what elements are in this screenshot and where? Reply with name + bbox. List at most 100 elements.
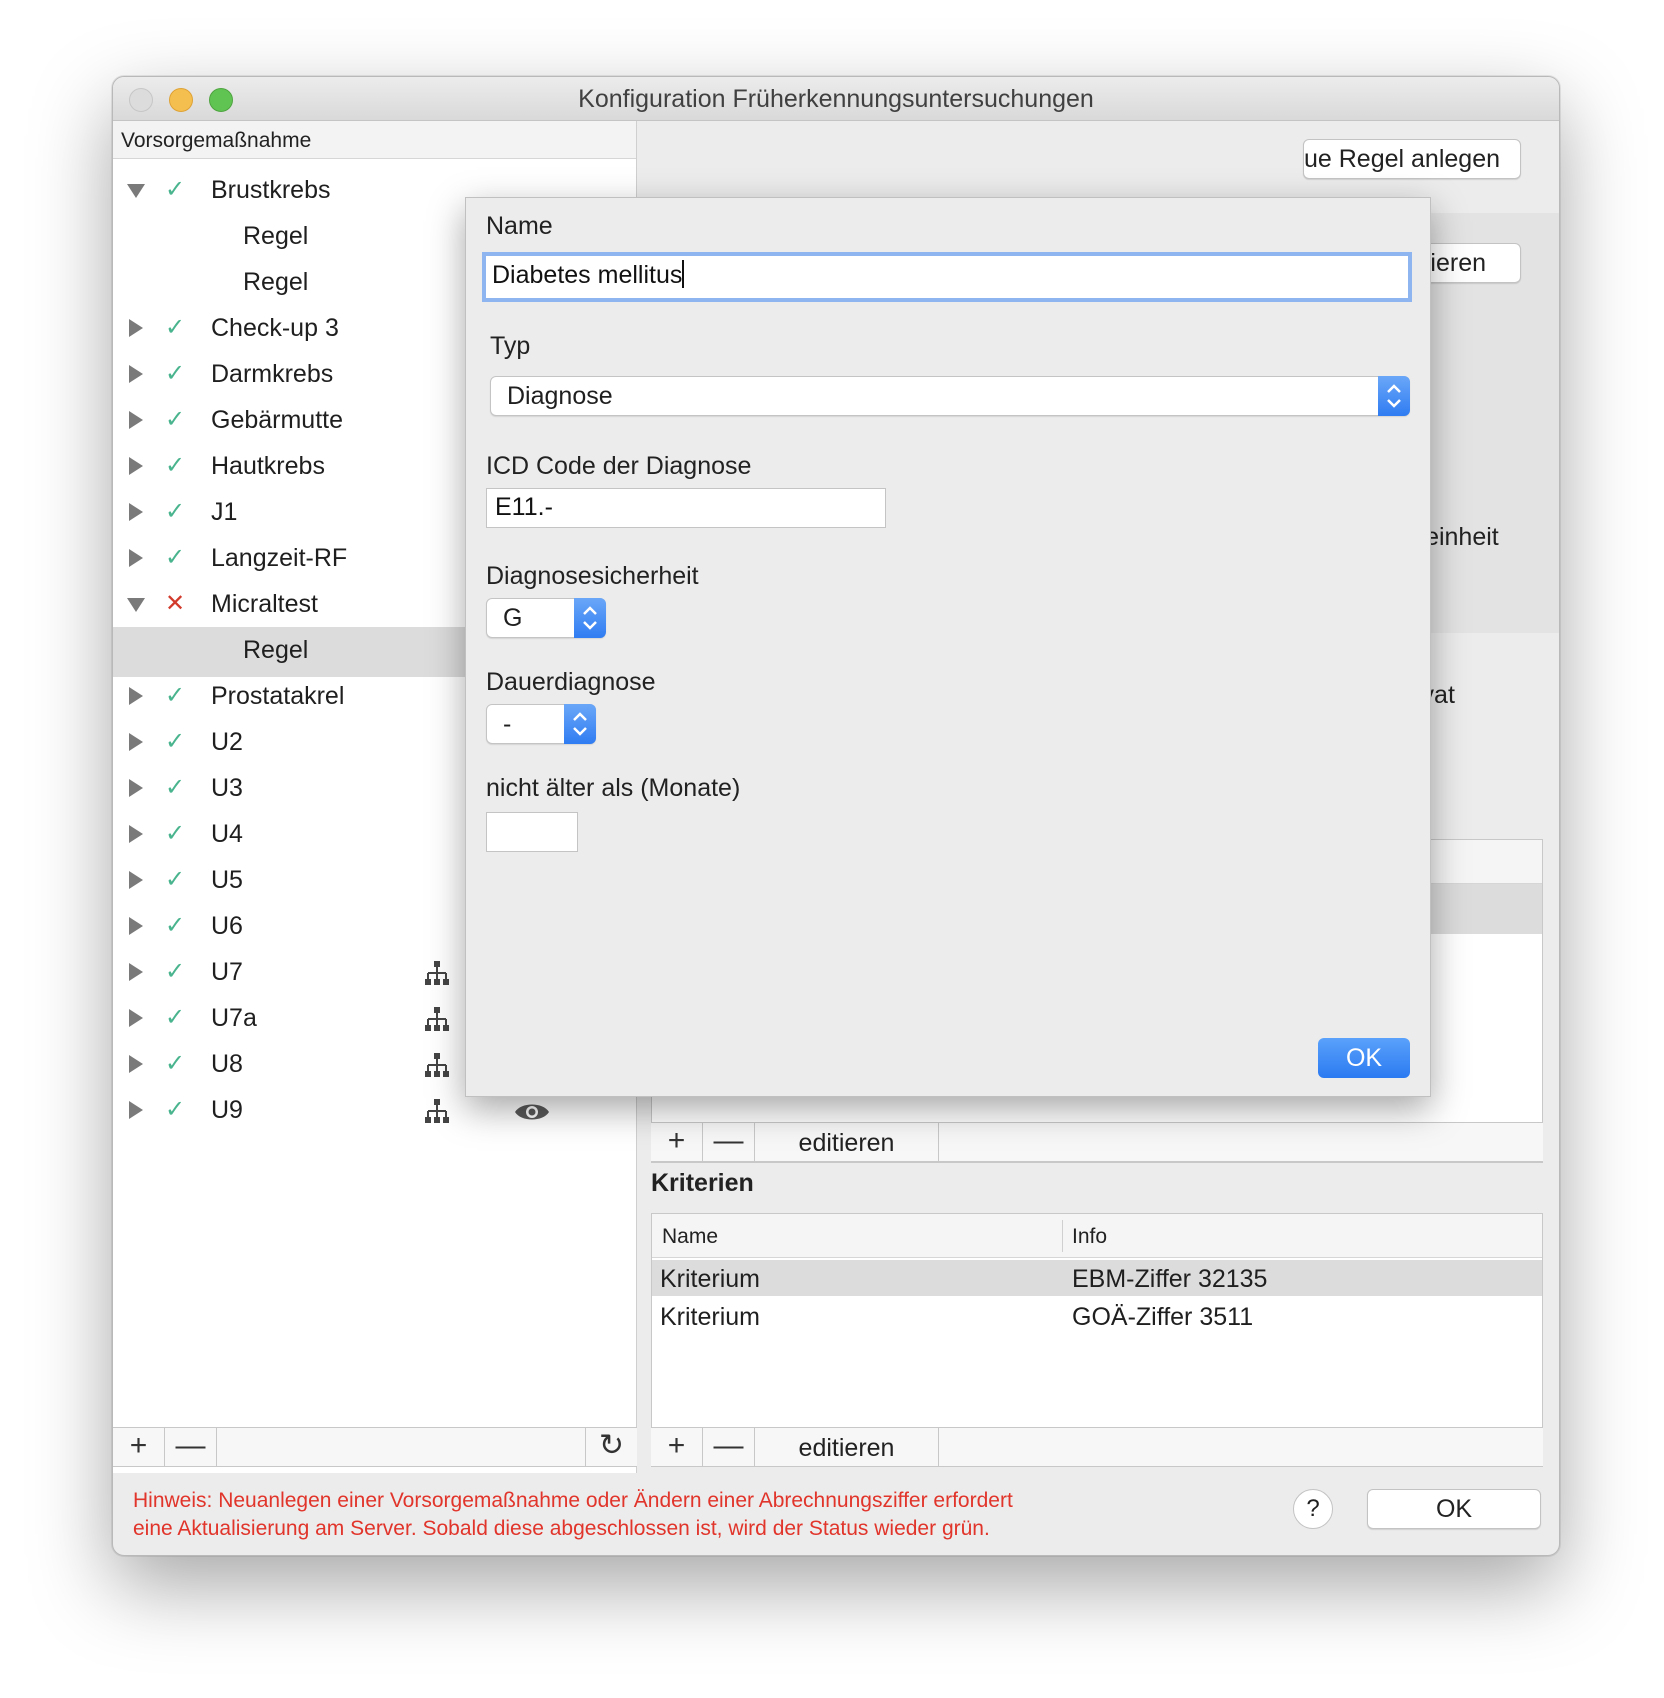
window-title: Konfiguration Früherkennungsuntersuchung… bbox=[578, 85, 1094, 113]
tree-item-label: U3 bbox=[211, 774, 243, 802]
title-bar: Konfiguration Früherkennungsuntersuchung… bbox=[113, 77, 1559, 121]
certainty-select[interactable]: G bbox=[486, 598, 606, 638]
checkmark-icon: ✓ bbox=[165, 544, 186, 571]
disclosure-collapsed-icon[interactable] bbox=[127, 777, 145, 799]
hierarchy-icon[interactable] bbox=[423, 1051, 451, 1086]
tree-item-label: Langzeit-RF bbox=[211, 544, 348, 572]
icd-label: ICD Code der Diagnose bbox=[486, 452, 752, 480]
tree-item-label: Regel bbox=[243, 268, 309, 296]
disclosure-collapsed-icon[interactable] bbox=[127, 823, 145, 845]
icd-code-field[interactable]: E11.- bbox=[486, 488, 886, 528]
add-rule-button[interactable]: + bbox=[651, 1123, 703, 1161]
disclosure-collapsed-icon[interactable] bbox=[127, 961, 145, 983]
eye-icon[interactable] bbox=[513, 1099, 551, 1132]
checkmark-icon: ✓ bbox=[165, 1004, 186, 1031]
disclosure-collapsed-icon[interactable] bbox=[127, 869, 145, 891]
permanent-label: Dauerdiagnose bbox=[486, 668, 656, 696]
criteria-row-name: Kriterium bbox=[660, 1303, 761, 1331]
tree-item-label: U9 bbox=[211, 1096, 243, 1124]
tree-item-label: U5 bbox=[211, 866, 243, 894]
disclosure-collapsed-icon[interactable] bbox=[127, 685, 145, 707]
tree-item-label: Darmkrebs bbox=[211, 360, 334, 388]
add-criterion-button[interactable]: + bbox=[651, 1428, 703, 1466]
tree-item-label: U7 bbox=[211, 958, 243, 986]
rule-edit-sheet: Name Diabetes mellitus Typ Diagnose ICD … bbox=[465, 197, 1431, 1097]
tree-item-label: Brustkrebs bbox=[211, 176, 331, 204]
permanent-select[interactable]: - bbox=[486, 704, 596, 744]
tree-item-label: Hautkrebs bbox=[211, 452, 325, 480]
tree-item-label: Regel bbox=[243, 636, 309, 664]
ok-button[interactable]: OK bbox=[1367, 1489, 1541, 1529]
checkmark-icon: ✓ bbox=[165, 498, 186, 525]
hint-text-line-2: eine Aktualisierung am Server. Sobald di… bbox=[133, 1517, 990, 1540]
edit-criterion-button[interactable]: editieren bbox=[755, 1428, 939, 1466]
column-header-vorsorge[interactable]: Vorsorgemaßnahme bbox=[113, 121, 636, 159]
tree-item-label: U6 bbox=[211, 912, 243, 940]
tree-item-label: Micraltest bbox=[211, 590, 318, 618]
type-select[interactable]: Diagnose bbox=[490, 376, 1410, 416]
hint-text-line-1: Hinweis: Neuanlegen einer Vorsorgemaßnah… bbox=[133, 1489, 1013, 1512]
disclosure-expanded-icon[interactable] bbox=[127, 179, 145, 201]
disclosure-collapsed-icon[interactable] bbox=[127, 1053, 145, 1075]
disclosure-collapsed-icon[interactable] bbox=[127, 731, 145, 753]
help-button[interactable]: ? bbox=[1293, 1489, 1333, 1529]
edit-rule-button[interactable]: editieren bbox=[755, 1123, 939, 1161]
tree-item-label: U8 bbox=[211, 1050, 243, 1078]
name-field[interactable]: Diabetes mellitus bbox=[482, 252, 1412, 302]
checkmark-icon: ✓ bbox=[165, 452, 186, 479]
remove-rule-button[interactable]: — bbox=[703, 1123, 755, 1161]
updown-chevron-icon bbox=[564, 704, 596, 744]
criteria-title: Kriterien bbox=[651, 1169, 754, 1197]
remove-criterion-button[interactable]: — bbox=[703, 1428, 755, 1466]
max-age-field[interactable] bbox=[486, 812, 578, 852]
sheet-ok-button[interactable]: OK bbox=[1318, 1038, 1410, 1078]
certainty-label: Diagnosesicherheit bbox=[486, 562, 699, 590]
criteria-table-header: Name Info bbox=[652, 1214, 1542, 1258]
disclosure-collapsed-icon[interactable] bbox=[127, 455, 145, 477]
tree-item-label: Prostatakrel bbox=[211, 682, 345, 710]
checkmark-icon: ✓ bbox=[165, 314, 186, 341]
checkmark-icon: ✓ bbox=[165, 360, 186, 387]
checkmark-icon: ✓ bbox=[165, 406, 186, 433]
remove-measure-button[interactable]: — bbox=[165, 1428, 217, 1466]
refresh-button[interactable]: ↻ bbox=[585, 1428, 637, 1466]
hierarchy-icon[interactable] bbox=[423, 1005, 451, 1040]
updown-chevron-icon bbox=[574, 598, 606, 638]
certainty-select-value: G bbox=[503, 604, 523, 632]
disclosure-expanded-icon[interactable] bbox=[127, 593, 145, 615]
config-window: Konfiguration Früherkennungsuntersuchung… bbox=[112, 76, 1560, 1556]
hierarchy-icon[interactable] bbox=[423, 1097, 451, 1132]
disclosure-collapsed-icon[interactable] bbox=[127, 409, 145, 431]
permanent-select-value: - bbox=[503, 710, 512, 738]
checkmark-icon: ✓ bbox=[165, 912, 186, 939]
hierarchy-icon[interactable] bbox=[423, 959, 451, 994]
name-label: Name bbox=[486, 212, 553, 240]
disclosure-collapsed-icon[interactable] bbox=[127, 1007, 145, 1029]
tree-item-label: U7a bbox=[211, 1004, 257, 1032]
criteria-toolbar: + — editieren bbox=[651, 1427, 1543, 1467]
max-age-label: nicht älter als (Monate) bbox=[486, 774, 741, 802]
checkmark-icon: ✓ bbox=[165, 728, 186, 755]
checkmark-icon: ✓ bbox=[165, 1050, 186, 1077]
tree-item-label: Regel bbox=[243, 222, 309, 250]
disclosure-collapsed-icon[interactable] bbox=[127, 1099, 145, 1121]
checkmark-icon: ✓ bbox=[165, 682, 186, 709]
new-rule-button[interactable]: ue Regel anlegen bbox=[1303, 139, 1521, 179]
checkmark-icon: ✓ bbox=[165, 176, 186, 203]
disclosure-collapsed-icon[interactable] bbox=[127, 547, 145, 569]
left-pane-toolbar: + — ↻ bbox=[113, 1427, 637, 1467]
criteria-row[interactable]: Kriterium EBM-Ziffer 32135 bbox=[652, 1260, 1542, 1296]
add-measure-button[interactable]: + bbox=[113, 1428, 165, 1466]
rules-toolbar: + — editieren bbox=[651, 1122, 1543, 1162]
disclosure-collapsed-icon[interactable] bbox=[127, 363, 145, 385]
disclosure-collapsed-icon[interactable] bbox=[127, 317, 145, 339]
criteria-row[interactable]: Kriterium GOÄ-Ziffer 3511 bbox=[652, 1298, 1542, 1334]
criteria-col-info[interactable]: Info bbox=[1072, 1225, 1107, 1249]
disclosure-collapsed-icon[interactable] bbox=[127, 501, 145, 523]
tree-item-label: J1 bbox=[211, 498, 238, 526]
error-x-icon: ✕ bbox=[165, 590, 186, 617]
criteria-row-name: Kriterium bbox=[660, 1265, 761, 1293]
criteria-col-name[interactable]: Name bbox=[662, 1225, 718, 1249]
disclosure-collapsed-icon[interactable] bbox=[127, 915, 145, 937]
criteria-row-info: EBM-Ziffer 32135 bbox=[1072, 1265, 1268, 1293]
